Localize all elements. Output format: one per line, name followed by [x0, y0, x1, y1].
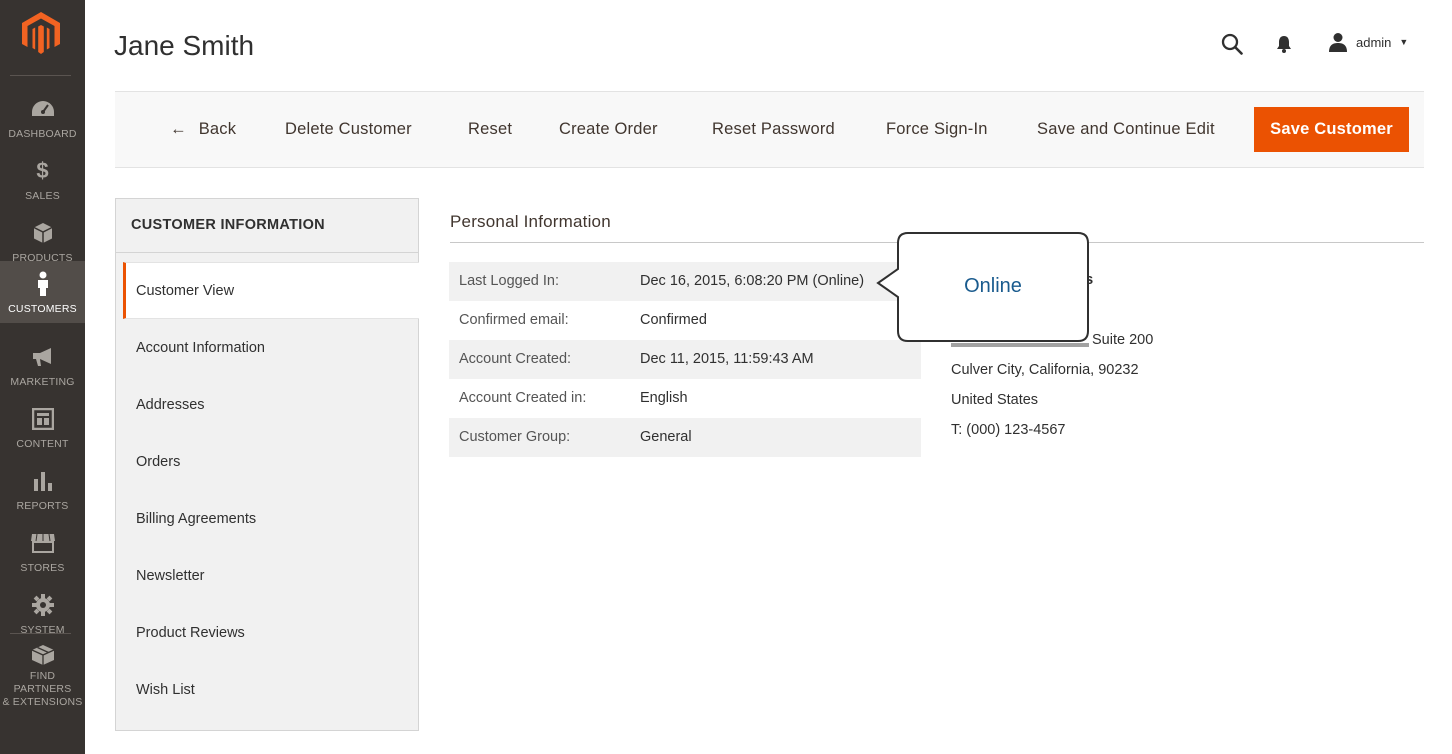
admin-sidebar-nav: DASHBOARD $ SALES PRODUCTS CUSTOMERS MAR… — [0, 0, 85, 754]
info-label: Account Created in: — [459, 390, 587, 406]
info-label: Confirmed email: — [459, 312, 569, 328]
nav-item-customers[interactable]: CUSTOMERS — [0, 261, 85, 323]
info-value: Confirmed — [640, 312, 707, 328]
delete-customer-button[interactable]: Delete Customer — [285, 120, 412, 139]
admin-user-menu[interactable]: admin ▼ — [1328, 32, 1408, 52]
reset-password-button[interactable]: Reset Password — [712, 120, 835, 139]
bar-chart-icon — [33, 472, 52, 491]
sidebar-title: CUSTOMER INFORMATION — [131, 217, 325, 233]
nav-label: CONTENT — [16, 438, 69, 450]
user-icon — [1329, 33, 1347, 52]
chevron-down-icon: ▼ — [1399, 37, 1409, 47]
layout-icon — [31, 408, 54, 430]
force-signin-button[interactable]: Force Sign-In — [886, 120, 988, 139]
address-line: Suite 200 — [1092, 332, 1154, 348]
person-icon — [37, 271, 48, 296]
store-icon — [30, 533, 55, 553]
info-row-account-created: Account Created: Dec 11, 2015, 11:59:43 … — [449, 340, 921, 379]
gear-icon — [31, 594, 54, 616]
info-row-last-logged-in: Last Logged In: Dec 16, 2015, 6:08:20 PM… — [449, 262, 921, 301]
megaphone-icon — [32, 348, 51, 366]
nav-label: REPORTS — [16, 500, 69, 512]
page-actions-bar: ← Back Delete Customer Reset Create Order… — [115, 91, 1424, 168]
info-value: Dec 16, 2015, 6:08:20 PM (Online) — [640, 273, 865, 289]
info-row-confirmed-email: Confirmed email: Confirmed — [449, 301, 921, 340]
dollar-icon: $ — [36, 158, 49, 183]
info-label: Customer Group: — [459, 429, 571, 445]
info-row-account-created-in: Account Created in: English — [449, 379, 921, 418]
nav-item-content[interactable]: CONTENT — [0, 396, 85, 458]
bell-icon[interactable] — [1276, 35, 1292, 53]
callout-text: Online — [964, 275, 1022, 297]
tab-orders[interactable]: Orders — [116, 433, 418, 490]
nav-item-dashboard[interactable]: DASHBOARD — [0, 86, 85, 148]
back-button[interactable]: ← Back — [170, 120, 236, 139]
address-phone: T: (000) 123-4567 — [951, 422, 1066, 438]
info-value: Dec 11, 2015, 11:59:43 AM — [640, 351, 814, 367]
nav-label: SYSTEM — [20, 624, 65, 636]
back-label: Back — [198, 120, 237, 138]
nav-divider — [10, 633, 71, 634]
address-country: United States — [951, 392, 1039, 408]
divider — [116, 252, 418, 253]
tab-product-reviews[interactable]: Product Reviews — [116, 604, 418, 661]
nav-item-find-partners[interactable]: FIND PARTNERS & EXTENSIONS — [0, 642, 85, 708]
nav-label: CUSTOMERS — [8, 303, 77, 315]
tab-newsletter[interactable]: Newsletter — [116, 547, 418, 604]
nav-item-sales[interactable]: $ SALES — [0, 148, 85, 210]
tab-billing-agreements[interactable]: Billing Agreements — [116, 490, 418, 547]
magento-logo-icon[interactable] — [22, 12, 60, 54]
arrow-left-icon: ← — [170, 120, 187, 138]
search-icon[interactable] — [1221, 33, 1243, 55]
dashboard-icon — [31, 101, 54, 116]
info-label: Account Created: — [459, 351, 572, 367]
nav-label: SALES — [25, 190, 60, 202]
nav-item-marketing[interactable]: MARKETING — [0, 334, 85, 396]
info-value: English — [640, 390, 688, 406]
tab-addresses[interactable]: Addresses — [116, 376, 418, 433]
page-title: Jane Smith — [114, 30, 255, 61]
box-icon — [33, 223, 52, 243]
info-value: General — [640, 429, 692, 445]
address-city: Culver City, California, 90232 — [951, 362, 1139, 378]
nav-item-reports[interactable]: REPORTS — [0, 458, 85, 520]
create-order-button[interactable]: Create Order — [559, 120, 658, 139]
info-row-customer-group: Customer Group: General — [449, 418, 921, 457]
nav-label: FIND PARTNERS — [13, 670, 72, 695]
customer-info-tabs: CUSTOMER INFORMATION Customer View Accou… — [115, 198, 419, 731]
nav-item-stores[interactable]: STORES — [0, 520, 85, 582]
nav-divider — [10, 75, 71, 76]
nav-label: & EXTENSIONS — [2, 696, 83, 708]
admin-username: admin — [1356, 34, 1392, 50]
section-title: Personal Information — [450, 212, 611, 231]
info-label: Last Logged In: — [459, 273, 559, 289]
tab-wish-list[interactable]: Wish List — [116, 661, 418, 718]
tab-customer-view[interactable]: Customer View — [123, 262, 419, 319]
save-customer-button[interactable]: Save Customer — [1254, 107, 1409, 152]
reset-button[interactable]: Reset — [468, 120, 512, 139]
tab-account-information[interactable]: Account Information — [116, 319, 418, 376]
nav-label: STORES — [20, 562, 65, 574]
nav-item-system[interactable]: SYSTEM — [0, 582, 85, 644]
save-and-continue-button[interactable]: Save and Continue Edit — [1037, 120, 1215, 139]
nav-label: DASHBOARD — [8, 128, 77, 140]
nav-label: MARKETING — [10, 376, 75, 388]
cube-icon — [31, 645, 54, 665]
